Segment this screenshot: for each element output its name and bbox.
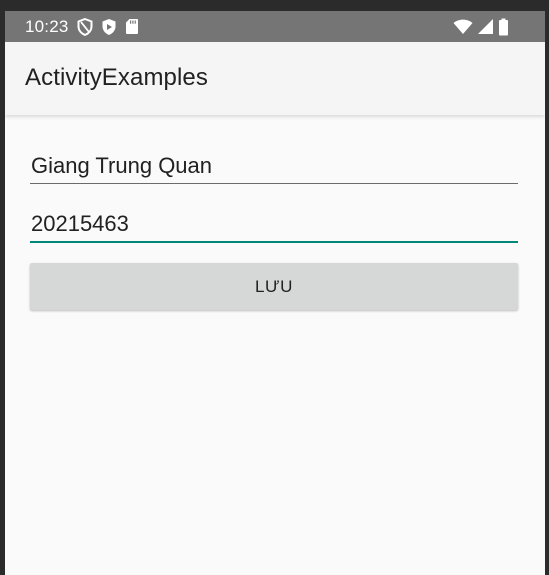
- status-bar: 10:23: [5, 11, 545, 42]
- sd-card-icon: [125, 18, 139, 35]
- app-title: ActivityExamples: [25, 64, 208, 91]
- play-shield-icon: [101, 18, 117, 36]
- app-bar: ActivityExamples: [5, 42, 545, 115]
- emulator-frame: 10:23 ActivityExamples Giang Trung Quan …: [0, 0, 549, 575]
- student-id-field[interactable]: [30, 207, 518, 243]
- status-right-icons: [453, 11, 509, 42]
- status-time: 10:23: [25, 16, 69, 36]
- status-left-icons: [77, 17, 139, 36]
- battery-icon: [498, 18, 509, 36]
- device-screen: 10:23 ActivityExamples Giang Trung Quan …: [5, 11, 545, 575]
- save-button[interactable]: LƯU: [30, 263, 518, 310]
- name-field[interactable]: [30, 148, 518, 184]
- shield-outline-icon: [77, 17, 93, 36]
- cell-signal-icon: [477, 18, 494, 35]
- wifi-icon: [453, 19, 473, 35]
